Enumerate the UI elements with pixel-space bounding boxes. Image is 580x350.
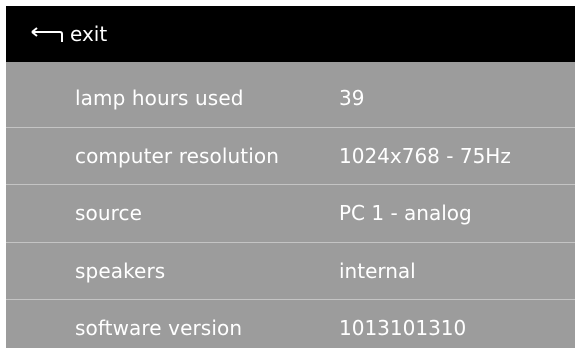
info-row-source: source PC 1 - analog xyxy=(6,184,575,242)
exit-button[interactable]: exit xyxy=(6,6,575,62)
exit-label: exit xyxy=(70,22,108,46)
info-row-speakers: speakers internal xyxy=(6,241,575,300)
row-label: speakers xyxy=(75,258,166,283)
info-row-software-version: software version 1013101310 xyxy=(6,299,575,348)
row-value: internal xyxy=(339,258,416,283)
info-panel: exit lamp hours used 39 computer resolut… xyxy=(6,6,575,348)
info-row-lamp-hours: lamp hours used 39 xyxy=(6,69,575,127)
row-value: PC 1 - analog xyxy=(339,201,472,226)
return-arrow-icon xyxy=(31,27,63,42)
row-value: 39 xyxy=(339,85,365,110)
row-value: 1024x768 - 75Hz xyxy=(339,143,511,168)
row-value: 1013101310 xyxy=(339,316,467,341)
info-row-computer-resolution: computer resolution 1024x768 - 75Hz xyxy=(6,126,575,185)
row-label: source xyxy=(75,201,143,226)
row-label: software version xyxy=(75,316,243,341)
row-label: lamp hours used xyxy=(75,85,244,110)
info-list: lamp hours used 39 computer resolution 1… xyxy=(6,69,575,348)
row-label: computer resolution xyxy=(75,143,279,168)
